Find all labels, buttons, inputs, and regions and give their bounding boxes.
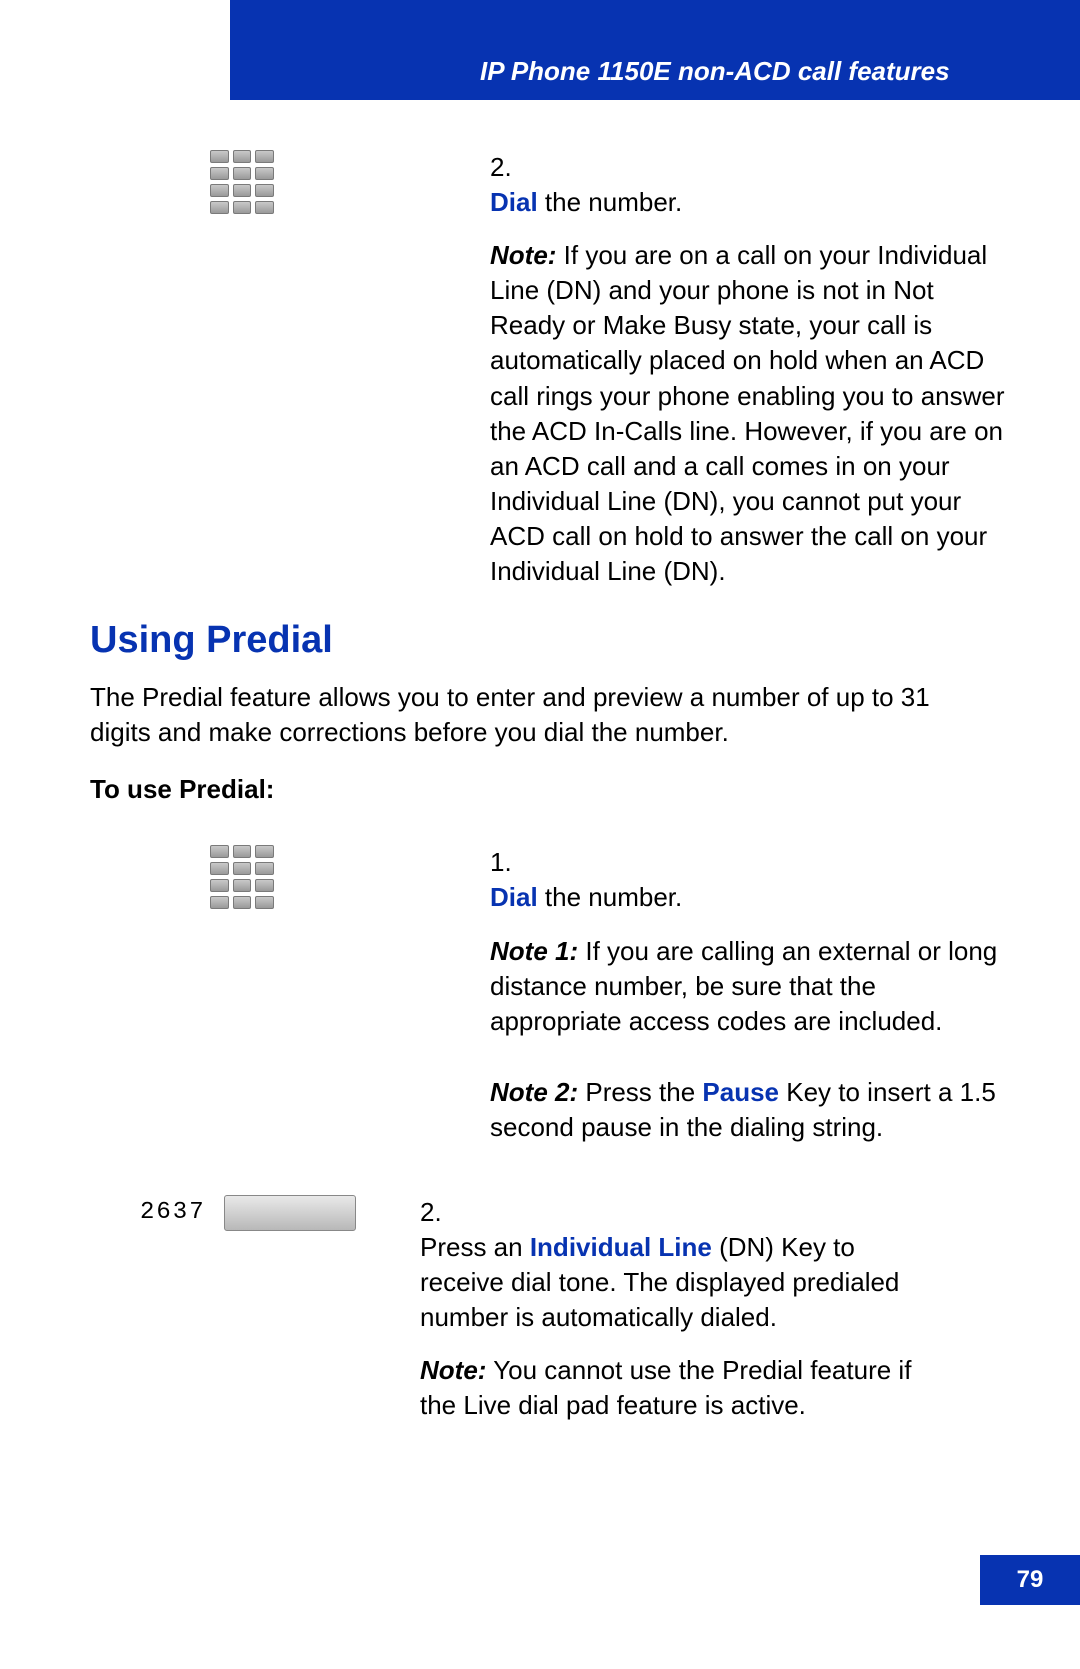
action-keyword: Dial <box>490 882 538 912</box>
note2-label: Note 2: <box>490 1077 578 1107</box>
note2-keyword: Pause <box>702 1077 779 1107</box>
dialpad-icon <box>210 845 274 909</box>
display-number: 2637 <box>140 1199 206 1226</box>
predial-step-2: 2637 2. Press an Individual Line (DN) Ke… <box>90 1195 940 1424</box>
step-dial-number: 2. Dial the number. Note: If you are on … <box>90 150 940 589</box>
step-text: 2. Dial the number. Note: If you are on … <box>490 150 1010 589</box>
step-text: 2. Press an Individual Line (DN) Key to … <box>420 1195 940 1424</box>
step-number: 2. <box>490 150 524 185</box>
section-intro: The Predial feature allows you to enter … <box>90 680 940 750</box>
note-label: Note: <box>490 240 556 270</box>
note1-label: Note 1: <box>490 936 578 966</box>
note-body: If you are on a call on your Individual … <box>490 240 1005 586</box>
note-body: You cannot use the Predial feature if th… <box>420 1355 911 1420</box>
page-number: 79 <box>980 1555 1080 1605</box>
step-icon-col <box>90 150 490 214</box>
note2-pre: Press the <box>578 1077 702 1107</box>
step-icon-col: 2637 <box>90 1195 420 1231</box>
note-label: Note: <box>420 1355 486 1385</box>
line-key-icon <box>224 1195 356 1231</box>
step-icon-col <box>90 845 490 909</box>
header-title: IP Phone 1150E non-ACD call features <box>480 56 950 87</box>
step2-pre: Press an <box>420 1232 530 1262</box>
step2-keyword: Individual Line <box>530 1232 712 1262</box>
dialpad-icon <box>210 150 274 214</box>
section-heading: Using Predial <box>90 619 940 662</box>
step-number: 2. <box>420 1195 454 1230</box>
step-number: 1. <box>490 845 524 880</box>
predial-step-1: 1. Dial the number. Note 1: If you are c… <box>90 845 940 1145</box>
step-text: 1. Dial the number. Note 1: If you are c… <box>490 845 1010 1145</box>
section-subhead: To use Predial: <box>90 774 940 805</box>
page-content: 2. Dial the number. Note: If you are on … <box>90 150 940 1444</box>
action-keyword: Dial <box>490 187 538 217</box>
action-rest: the number. <box>538 882 683 912</box>
action-rest: the number. <box>538 187 683 217</box>
